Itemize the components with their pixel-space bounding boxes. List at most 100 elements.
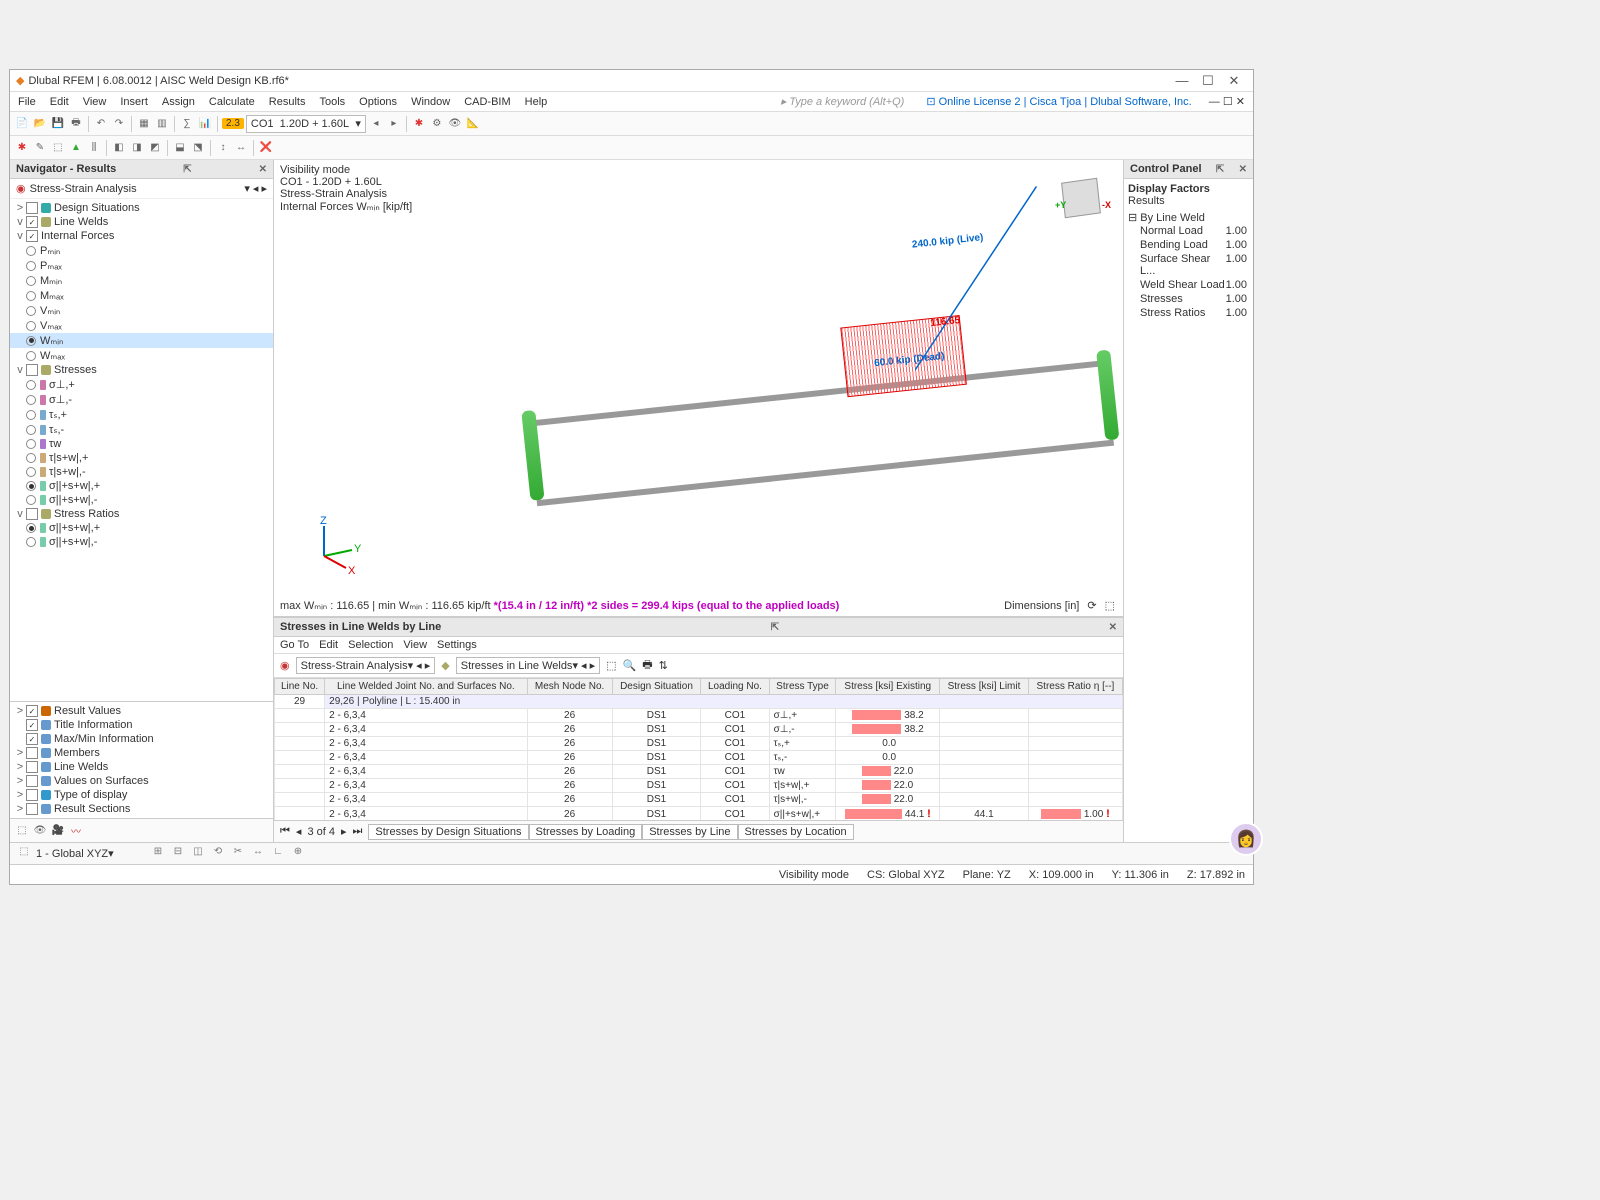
results-close-icon[interactable]: ✕ bbox=[1109, 622, 1117, 633]
tree-node[interactable]: τw bbox=[10, 437, 273, 451]
results-menu-item[interactable]: Edit bbox=[319, 639, 338, 651]
next-icon[interactable]: ▸ bbox=[386, 116, 402, 132]
menu-window[interactable]: Window bbox=[411, 96, 450, 108]
t4-icon[interactable]: 📐 bbox=[465, 116, 481, 132]
save-icon[interactable]: 💾 bbox=[50, 116, 66, 132]
prev-icon[interactable]: ◂ bbox=[368, 116, 384, 132]
load-combo[interactable]: CO1 1.20D + 1.60L▾ bbox=[246, 115, 366, 133]
tree-node[interactable]: Pₘₐₓ bbox=[10, 258, 273, 273]
s1-icon[interactable]: ✱ bbox=[14, 140, 30, 156]
cs-combo[interactable]: 1 - Global XYZ▾ bbox=[36, 847, 146, 860]
tree-node[interactable]: >Line Welds bbox=[10, 760, 273, 774]
tree-node[interactable]: τₛ,+ bbox=[10, 407, 273, 422]
tree-node[interactable]: τ|s+w|,+ bbox=[10, 451, 273, 465]
tree-node[interactable]: vStresses bbox=[10, 363, 273, 377]
new-icon[interactable]: 📄 bbox=[14, 116, 30, 132]
results-tab[interactable]: Stresses by Line bbox=[642, 824, 737, 840]
menu-file[interactable]: File bbox=[18, 96, 36, 108]
view2-icon[interactable]: ▥ bbox=[154, 116, 170, 132]
t2-icon[interactable]: ⚙ bbox=[429, 116, 445, 132]
undo-icon[interactable]: ↶ bbox=[93, 116, 109, 132]
nb3-icon[interactable]: 🎥 bbox=[50, 823, 66, 839]
bb5-icon[interactable]: ⟲ bbox=[210, 846, 226, 862]
s8-icon[interactable]: ◩ bbox=[147, 140, 163, 156]
results-sel1[interactable]: Stress-Strain Analysis▾ ◂ ▸ bbox=[296, 657, 436, 674]
cp-factor-row[interactable]: Stresses1.00 bbox=[1128, 292, 1249, 306]
s10-icon[interactable]: ⬔ bbox=[190, 140, 206, 156]
tree-node[interactable]: Mₘₐₓ bbox=[10, 288, 273, 303]
results-tab[interactable]: Stresses by Design Situations bbox=[368, 824, 528, 840]
results-menu-item[interactable]: Go To bbox=[280, 639, 309, 651]
close-button[interactable]: ✕ bbox=[1221, 73, 1247, 89]
menu-view[interactable]: View bbox=[83, 96, 107, 108]
assistant-avatar[interactable]: 👩 bbox=[1229, 822, 1263, 856]
tree-node[interactable]: >Values on Surfaces bbox=[10, 774, 273, 788]
cp-close-icon[interactable]: ✕ bbox=[1239, 164, 1247, 175]
tree-node[interactable]: σ||+s+w|,- bbox=[10, 535, 273, 549]
menu-calculate[interactable]: Calculate bbox=[209, 96, 255, 108]
tree-node[interactable]: >✓Result Values bbox=[10, 704, 273, 718]
tree-node[interactable]: σ||+s+w|,- bbox=[10, 493, 273, 507]
results-grid[interactable]: Line No.Line Welded Joint No. and Surfac… bbox=[274, 678, 1123, 820]
calc-icon[interactable]: ∑ bbox=[179, 116, 195, 132]
cp-factor-row[interactable]: Surface Shear L...1.00 bbox=[1128, 252, 1249, 278]
rb4-icon[interactable]: ⇅ bbox=[659, 659, 668, 672]
tree-node[interactable]: σ⊥,+ bbox=[10, 377, 273, 392]
prev-page-icon[interactable]: ◂ bbox=[296, 825, 302, 838]
cp-factor-row[interactable]: Normal Load1.00 bbox=[1128, 224, 1249, 238]
results-menu-item[interactable]: Selection bbox=[348, 639, 393, 651]
last-icon[interactable]: ⏭ bbox=[353, 825, 363, 838]
minimize-button[interactable]: — bbox=[1169, 73, 1195, 88]
cp-factor-row[interactable]: Stress Ratios1.00 bbox=[1128, 306, 1249, 320]
tree-node[interactable]: Wₘᵢₙ bbox=[10, 333, 273, 348]
bb8-icon[interactable]: ∟ bbox=[270, 846, 286, 862]
tree-node[interactable]: σ⊥,- bbox=[10, 392, 273, 407]
tree-node[interactable]: v✓Internal Forces bbox=[10, 229, 273, 243]
bb7-icon[interactable]: ↔ bbox=[250, 846, 266, 862]
tree-node[interactable]: >Type of display bbox=[10, 788, 273, 802]
print-icon[interactable]: 🖶 bbox=[68, 116, 84, 132]
nb1-icon[interactable]: ⬚ bbox=[14, 823, 30, 839]
s12-icon[interactable]: ↔ bbox=[233, 140, 249, 156]
tree-node[interactable]: Mₘᵢₙ bbox=[10, 273, 273, 288]
tree-node[interactable]: τ|s+w|,- bbox=[10, 465, 273, 479]
viewport[interactable]: Visibility mode CO1 - 1.20D + 1.60L Stre… bbox=[274, 160, 1123, 617]
results-menu-item[interactable]: View bbox=[403, 639, 427, 651]
rb2-icon[interactable]: 🔍 bbox=[623, 659, 637, 672]
s3-icon[interactable]: ⬚ bbox=[50, 140, 66, 156]
s13-icon[interactable]: ❌ bbox=[258, 140, 274, 156]
tree-node[interactable]: >Members bbox=[10, 746, 273, 760]
vd1-icon[interactable]: ⟳ bbox=[1087, 599, 1096, 612]
analysis-selector[interactable]: ◉Stress-Strain Analysis ▾ ◂ ▸ bbox=[10, 179, 273, 199]
open-icon[interactable]: 📂 bbox=[32, 116, 48, 132]
tree-node[interactable]: Wₘₐₓ bbox=[10, 348, 273, 363]
tree-node[interactable]: Vₘᵢₙ bbox=[10, 303, 273, 318]
bb6-icon[interactable]: ✂ bbox=[230, 846, 246, 862]
tree-node[interactable]: vStress Ratios bbox=[10, 507, 273, 521]
bb1-icon[interactable]: ⬚ bbox=[16, 846, 32, 862]
s6-icon[interactable]: ◧ bbox=[111, 140, 127, 156]
tree-node[interactable]: >Result Sections bbox=[10, 802, 273, 816]
next-page-icon[interactable]: ▸ bbox=[341, 825, 347, 838]
t3-icon[interactable]: 👁 bbox=[447, 116, 463, 132]
search-input[interactable]: ▸ Type a keyword (Alt+Q) bbox=[781, 95, 905, 108]
results-tab[interactable]: Stresses by Loading bbox=[529, 824, 643, 840]
s2-icon[interactable]: ✎ bbox=[32, 140, 48, 156]
tree-node[interactable]: >Design Situations bbox=[10, 201, 273, 215]
bb9-icon[interactable]: ⊕ bbox=[290, 846, 306, 862]
nb4-icon[interactable]: 〰 bbox=[68, 823, 84, 839]
vd2-icon[interactable]: ⬚ bbox=[1105, 599, 1115, 612]
menu-edit[interactable]: Edit bbox=[50, 96, 69, 108]
s5-icon[interactable]: ⫼ bbox=[86, 140, 102, 156]
s11-icon[interactable]: ↕ bbox=[215, 140, 231, 156]
tree-node[interactable]: ✓Max/Min Information bbox=[10, 732, 273, 746]
tree-node[interactable]: v✓Line Welds bbox=[10, 215, 273, 229]
rb1-icon[interactable]: ⬚ bbox=[606, 659, 616, 672]
tree-node[interactable]: σ||+s+w|,+ bbox=[10, 479, 273, 493]
cp-undock-icon[interactable]: ⇱ bbox=[1216, 164, 1224, 175]
tree-node[interactable]: Pₘᵢₙ bbox=[10, 243, 273, 258]
rb3-icon[interactable]: 🖶 bbox=[642, 656, 652, 675]
menu-cad-bim[interactable]: CAD-BIM bbox=[464, 96, 510, 108]
results-tab[interactable]: Stresses by Location bbox=[738, 824, 854, 840]
menu-options[interactable]: Options bbox=[359, 96, 397, 108]
